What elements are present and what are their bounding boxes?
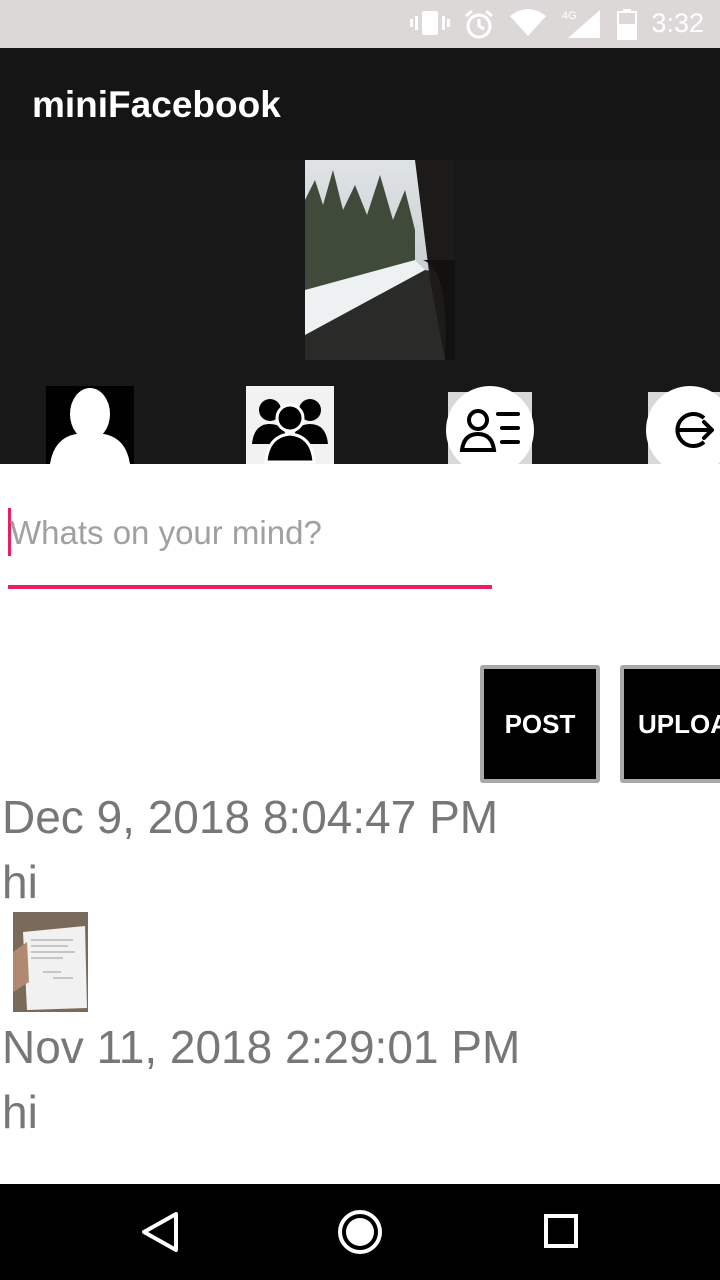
battery-icon	[616, 8, 638, 44]
post-date: Nov 11, 2018 2:29:01 PM	[2, 1021, 521, 1073]
status-input-placeholder: Whats on your mind?	[10, 514, 322, 551]
vibrate-icon	[410, 8, 450, 42]
app-bar: miniFacebook	[0, 48, 720, 160]
upload-button-label: UPLOA	[638, 708, 720, 739]
home-icon[interactable]	[336, 1204, 384, 1264]
friends-icon[interactable]	[246, 386, 334, 464]
cover-photo[interactable]	[305, 160, 455, 360]
profile-header	[0, 160, 720, 464]
post-image[interactable]	[13, 912, 88, 1012]
recents-icon[interactable]	[542, 1204, 582, 1264]
upload-button[interactable]: UPLOA	[620, 665, 720, 783]
post-text: hi	[2, 1086, 38, 1138]
back-icon[interactable]	[140, 1204, 180, 1264]
post-date: Dec 9, 2018 8:04:47 PM	[2, 791, 499, 843]
app-title: miniFacebook	[32, 84, 281, 125]
contacts-list-icon[interactable]	[446, 386, 534, 464]
status-time: 3:32	[651, 8, 704, 38]
wifi-icon	[510, 8, 546, 42]
status-input[interactable]: Whats on your mind?	[8, 500, 492, 590]
status-bar: 4G 3:32	[0, 0, 720, 48]
input-underline	[8, 585, 492, 589]
post-button[interactable]: POST	[480, 665, 600, 783]
alarm-icon	[463, 8, 495, 44]
svg-text:4G: 4G	[562, 10, 577, 22]
logout-icon[interactable]	[646, 386, 720, 464]
system-nav-bar	[0, 1184, 720, 1280]
signal-icon: 4G	[562, 8, 602, 44]
profile-icon[interactable]	[46, 386, 134, 464]
post-text: hi	[2, 856, 38, 908]
